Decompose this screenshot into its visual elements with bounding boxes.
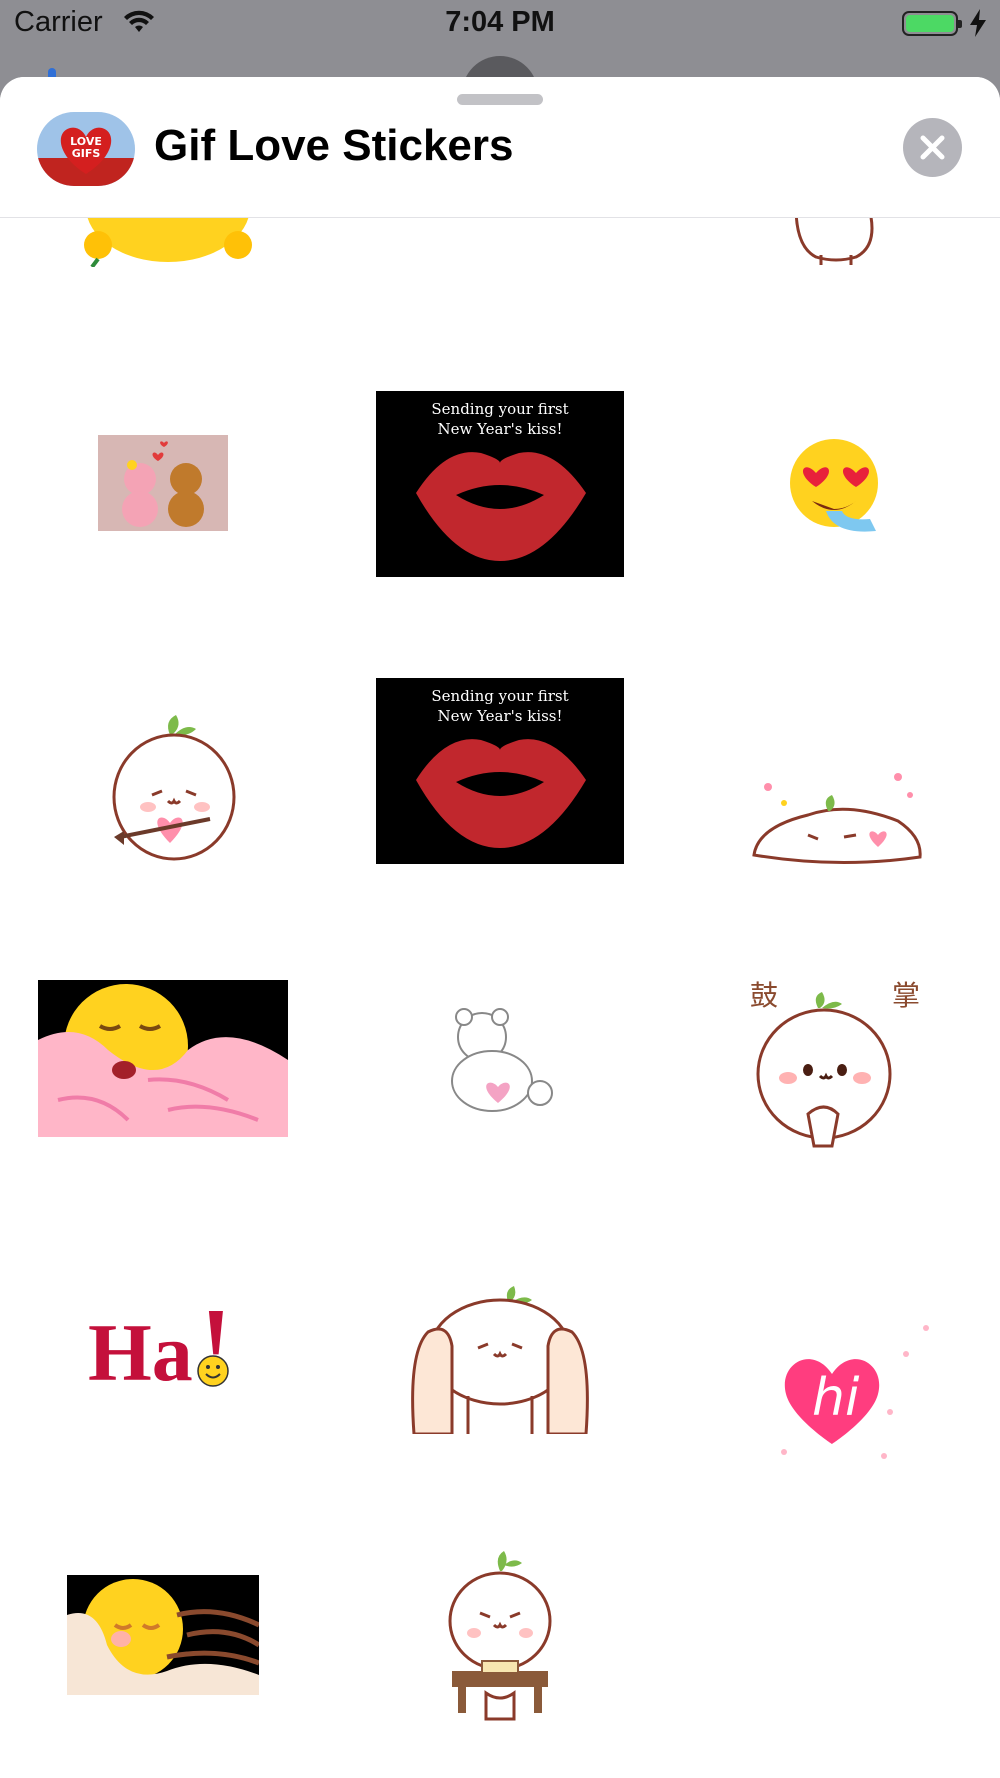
status-bar: Carrier 7:04 PM [0,0,1000,50]
sticker-dumpling-clapping[interactable]: 鼓 掌 [742,974,926,1158]
sticker-sketch-bear-heart[interactable] [442,1007,556,1115]
clap-text-left: 鼓 [750,979,779,1012]
sticker-sheet: LOVE GIFS Gif Love Stickers Sending your… [0,77,1000,1778]
sticker-hi-heart[interactable]: hi [778,1324,938,1474]
red-lips-icon [416,739,586,848]
status-time: 7:04 PM [445,6,555,38]
hi-text: hi [812,1368,860,1428]
close-button[interactable] [903,118,962,177]
clap-text-right: 掌 [892,979,921,1012]
battery-icon [902,11,962,36]
ha-text: Ha [88,1307,193,1398]
smiley-icon [197,1355,229,1387]
charging-bolt-icon [970,9,986,42]
app-icon-text-2: GIFS [72,147,101,160]
close-x-icon [920,135,945,160]
sticker-kiss-card-1[interactable]: Sending your first New Year's kiss! [376,391,624,577]
sticker-dumpling-squeezed-cheeks[interactable] [408,1272,592,1434]
sticker-kiss-card-2[interactable]: Sending your first New Year's kiss! [376,678,624,864]
sticker-melting-dumpling[interactable] [748,765,924,871]
sticker-sleepy-emoji-blanket[interactable] [38,980,288,1137]
sticker-kissing-bears[interactable] [98,435,228,531]
sticker-dumpling-reading[interactable] [446,1543,554,1721]
sticker-sleeping-emoji-bed[interactable] [67,1575,259,1695]
red-lips-icon [416,452,586,561]
sheet-grabber-handle[interactable] [457,94,543,105]
sticker-heart-eyes-emoji[interactable] [786,435,886,537]
sticker-ha-exclaim[interactable]: Ha ! [88,1288,248,1398]
sticker-dumpling-heart-arrow[interactable] [110,707,240,867]
app-title: Gif Love Stickers [154,121,514,170]
app-icon: LOVE GIFS [37,112,135,186]
